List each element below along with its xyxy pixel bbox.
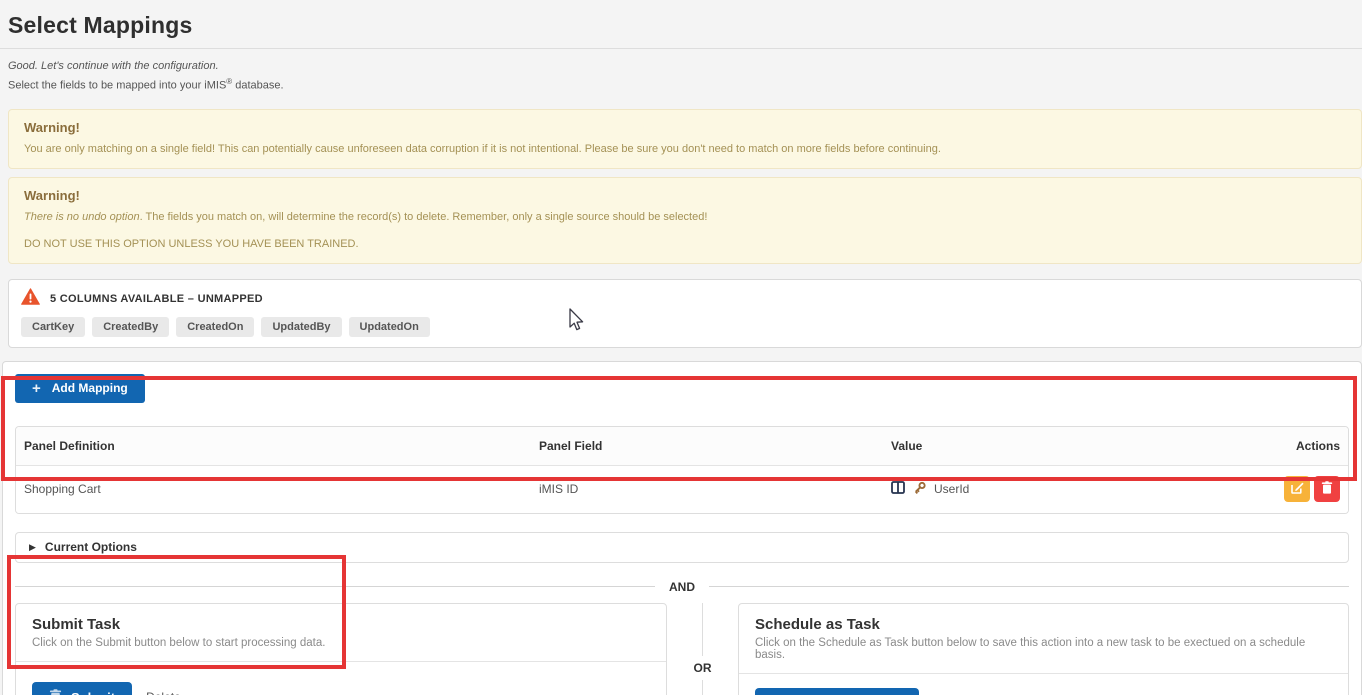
warning-text: You are only matching on a single field!… [24,142,1346,156]
mapping-section-card: + Add Mapping Panel Definition Panel Fie… [2,361,1362,695]
unmapped-column-chip: CartKey [21,317,85,337]
submit-button[interactable]: Submit [32,682,132,695]
and-label: AND [655,580,709,594]
col-header-panel-field: Panel Field [531,439,883,453]
col-header-panel-definition: Panel Definition [16,439,531,453]
edit-icon [1291,481,1304,497]
warning-title: Warning! [24,120,1346,135]
warning-text-caps: DO NOT USE THIS OPTION UNLESS YOU HAVE B… [24,237,1346,251]
col-header-actions: Actions [1218,439,1348,453]
current-options-toggle[interactable]: ▶ Current Options [15,532,1349,563]
intro-text: Good. Let's continue with the configurat… [0,49,1362,94]
warning-triangle-icon [21,288,40,310]
col-header-value: Value [883,439,1218,453]
unmapped-column-chip: UpdatedOn [349,317,430,337]
plus-icon: + [32,380,41,397]
schedule-task-description: Click on the Schedule as Task button bel… [755,637,1332,661]
key-icon [912,481,927,498]
divider-line [709,586,1349,587]
or-label: OR [694,656,712,680]
page-title: Select Mappings [8,12,1354,39]
submit-button-label: Submit [71,690,115,695]
unmapped-heading: 5 COLUMNS AVAILABLE – UNMAPPED [50,293,263,305]
unmapped-column-chip: CreatedOn [176,317,254,337]
intro-line-1: Good. Let's continue with the configurat… [8,59,1354,74]
table-columns-icon [891,481,905,497]
cell-actions [1218,476,1348,502]
warning-box-no-undo: Warning! There is no undo option. The fi… [8,177,1362,264]
task-row: Submit Task Click on the Submit button b… [15,603,1349,695]
warning-title: Warning! [24,188,1346,203]
submit-task-title: Submit Task [32,616,650,633]
cell-panel-field: iMIS ID [531,482,883,496]
schedule-task-title: Schedule as Task [755,616,1332,633]
add-mapping-button[interactable]: + Add Mapping [15,374,145,403]
delete-label: Delete [146,690,181,695]
warning-text: There is no undo option. The fields you … [24,210,1346,224]
delete-mapping-button[interactable] [1314,476,1340,502]
current-options-label: Current Options [45,540,137,554]
edit-mapping-button[interactable] [1284,476,1310,502]
page-header: Select Mappings [0,0,1362,39]
schedule-as-task-button[interactable]: Schedule as Task [755,688,919,695]
unmapped-column-chip: CreatedBy [92,317,169,337]
trash-icon [49,689,62,695]
submit-task-card: Submit Task Click on the Submit button b… [15,603,667,695]
add-mapping-label: Add Mapping [52,381,128,395]
cell-value: UserId [883,481,1218,498]
intro-line-2: Select the fields to be mapped into your… [8,74,1354,94]
schedule-task-card: Schedule as Task Click on the Schedule a… [738,603,1349,695]
value-label: UserId [934,482,969,496]
unmapped-columns-card: 5 COLUMNS AVAILABLE – UNMAPPED CartKey C… [8,279,1362,348]
warning-box-single-field: Warning! You are only matching on a sing… [8,109,1362,169]
divider-line [702,680,703,695]
mapping-table-header: Panel Definition Panel Field Value Actio… [16,427,1348,466]
unmapped-column-chip: UpdatedBy [261,317,341,337]
cell-panel-definition: Shopping Cart [16,482,531,496]
unmapped-chip-row: CartKey CreatedBy CreatedOn UpdatedBy Up… [21,317,1349,337]
trash-icon [1321,481,1333,497]
table-row: Shopping Cart iMIS ID [16,466,1348,513]
mapping-table: Panel Definition Panel Field Value Actio… [15,426,1349,514]
or-divider: OR [667,603,738,695]
divider-line [15,586,655,587]
submit-task-description: Click on the Submit button below to star… [32,637,650,649]
and-divider: AND [15,580,1349,594]
divider-line [702,603,703,657]
caret-right-icon: ▶ [29,542,36,553]
